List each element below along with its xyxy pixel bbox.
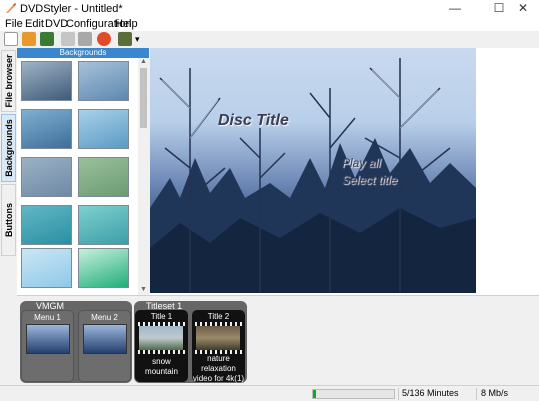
dvdstyler-app-icon <box>6 3 16 13</box>
close-button[interactable]: ✕ <box>507 0 539 17</box>
backgrounds-panel: Backgrounds ▲ ▼ <box>17 48 149 295</box>
menu-card-1[interactable]: Menu 1 <box>21 310 74 382</box>
titleset-manager: VMGM Titleset 1 Menu 1 Menu 2 Title 1 sn… <box>17 295 539 385</box>
new-icon[interactable] <box>4 32 18 46</box>
tab-buttons[interactable]: Buttons <box>1 184 16 256</box>
menu-thumbnail <box>26 324 70 354</box>
backgrounds-header: Backgrounds <box>17 48 149 58</box>
menu-preview-canvas[interactable]: Disc Title Play all Select title <box>150 48 476 293</box>
background-thumbnail[interactable] <box>78 109 129 149</box>
tab-file-browser[interactable]: File browser <box>1 50 16 112</box>
title-thumbnail <box>139 326 183 350</box>
background-thumbnail[interactable] <box>78 205 129 245</box>
title-thumbnail <box>196 326 240 350</box>
status-separator <box>476 388 477 400</box>
winter-forest-background <box>150 58 476 293</box>
save-icon[interactable] <box>40 32 54 46</box>
open-icon[interactable] <box>22 32 36 46</box>
tools-icon[interactable] <box>78 32 92 46</box>
background-thumbnail[interactable] <box>78 61 129 101</box>
tab-label: Backgrounds <box>3 119 14 177</box>
title-card-label: Title 1 <box>150 312 173 321</box>
background-thumbnail[interactable] <box>78 248 129 288</box>
add-file-icon[interactable] <box>118 32 132 46</box>
tab-backgrounds[interactable]: Backgrounds <box>1 114 16 182</box>
window-title: DVDStyler - Untitled* <box>20 3 123 15</box>
title-caption: snow mountain <box>145 357 178 376</box>
title-card-label: Title 2 <box>207 312 230 321</box>
dropdown-icon[interactable]: ▾ <box>135 32 143 46</box>
menu-help[interactable]: Help <box>115 18 138 30</box>
status-separator <box>398 388 399 400</box>
select-title-button[interactable]: Select title <box>342 173 397 187</box>
toolbar: ▾ <box>0 31 539 48</box>
status-bar: 5/136 Minutes 8 Mb/s <box>0 385 539 401</box>
background-thumbnail[interactable] <box>21 157 72 197</box>
settings-icon[interactable] <box>61 32 75 46</box>
scrollbar-thumb[interactable] <box>140 68 147 128</box>
menu-bar: File Edit DVD Configuration Help <box>0 17 539 31</box>
scroll-down-icon[interactable]: ▼ <box>138 286 149 295</box>
menu-edit[interactable]: Edit <box>25 18 44 30</box>
background-thumbnail[interactable] <box>21 109 72 149</box>
scroll-up-icon[interactable]: ▲ <box>138 58 149 67</box>
play-all-button[interactable]: Play all <box>342 156 381 170</box>
menu-file[interactable]: File <box>5 18 23 30</box>
menu-card-2[interactable]: Menu 2 <box>78 310 131 382</box>
burn-icon[interactable] <box>97 32 111 46</box>
menu-thumbnail <box>83 324 127 354</box>
disc-usage-progress <box>312 389 395 399</box>
title-card-1[interactable]: Title 1 snow mountain <box>135 310 188 382</box>
backgrounds-scrollbar[interactable]: ▲ ▼ <box>138 58 149 295</box>
title-caption: nature relaxation video for 4k(1) <box>192 354 245 383</box>
background-thumbnail[interactable] <box>21 61 72 101</box>
background-thumbnail[interactable] <box>21 248 72 288</box>
menu-card-label: Menu 1 <box>34 313 61 322</box>
side-tab-strip: File browser Backgrounds Buttons <box>0 48 17 295</box>
menu-editor-area: Disc Title Play all Select title <box>150 48 539 295</box>
title-card-2[interactable]: Title 2 nature relaxation video for 4k(1… <box>192 310 245 383</box>
tab-label: Buttons <box>3 203 14 237</box>
bitrate-text: 8 Mb/s <box>481 388 509 398</box>
minimize-button[interactable]: — <box>439 0 471 17</box>
duration-text: 5/136 Minutes <box>402 388 459 398</box>
tab-label: File browser <box>3 54 14 108</box>
title-bar: DVDStyler - Untitled* — ☐ ✕ <box>0 0 539 17</box>
film-strip <box>135 350 188 354</box>
menu-card-label: Menu 2 <box>91 313 118 322</box>
menu-dvd[interactable]: DVD <box>45 18 68 30</box>
progress-fill <box>313 390 317 398</box>
background-thumbnail[interactable] <box>78 157 129 197</box>
background-thumbnail[interactable] <box>21 205 72 245</box>
disc-title-text[interactable]: Disc Title <box>218 112 289 130</box>
